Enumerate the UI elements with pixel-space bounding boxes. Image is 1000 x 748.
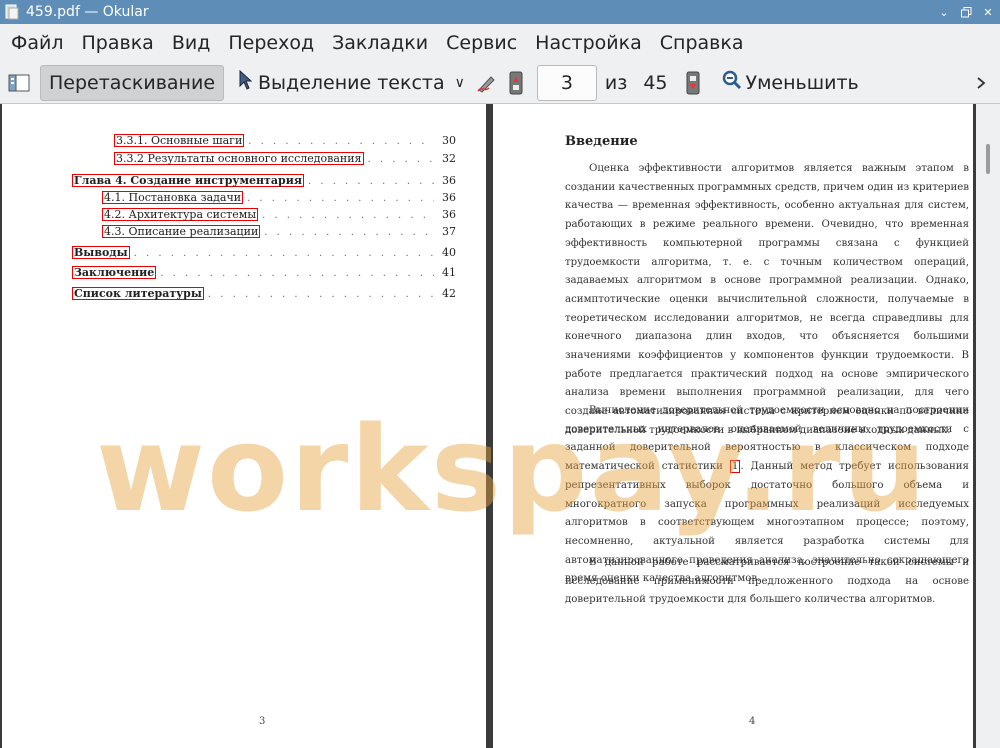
drag-mode-label: Перетаскивание (49, 71, 216, 94)
menu-edit[interactable]: Правка (73, 32, 163, 54)
cursor-icon (238, 69, 253, 95)
paragraph: Оценка эффективности алгоритмов является… (565, 163, 969, 436)
okular-app-icon (5, 4, 19, 20)
toc-entry[interactable]: 4.2. Архитектура системы . . . . . . . .… (102, 208, 456, 221)
page-number-input[interactable]: 3 (536, 64, 597, 101)
citation-link[interactable]: 1 (729, 460, 741, 474)
scrollbar-thumb[interactable] (986, 144, 990, 174)
vertical-scrollbar[interactable] (976, 104, 1000, 748)
chevron-down-icon[interactable]: ∨ (455, 75, 465, 91)
previous-page-icon[interactable] (503, 70, 529, 96)
menu-settings[interactable]: Настройка (526, 32, 651, 54)
page-number: 3 (259, 716, 266, 727)
annotation-pen-icon[interactable] (473, 70, 499, 96)
sidebar-toggle-icon[interactable] (6, 70, 32, 96)
menu-go[interactable]: Переход (219, 32, 323, 54)
toc-entry[interactable]: 4.1. Постановка задачи . . . . . . . . .… (102, 191, 456, 204)
menu-view[interactable]: Вид (163, 32, 220, 54)
menu-help[interactable]: Справка (651, 32, 753, 54)
next-page-icon[interactable] (680, 70, 706, 96)
toolbar-overflow-chevron-icon[interactable] (968, 70, 994, 96)
document-view[interactable]: 3.3.1. Основные шаги . . . . . . . . . .… (0, 104, 1000, 748)
of-label: из (604, 71, 628, 94)
toc-entry[interactable]: 3.3.1. Основные шаги . . . . . . . . . .… (114, 134, 456, 147)
menu-file[interactable]: Файл (2, 32, 73, 54)
maximize-icon[interactable] (960, 6, 972, 18)
toc-entry[interactable]: 3.3.2 Результаты основного исследования … (114, 152, 456, 165)
menu-bar: Файл Правка Вид Переход Закладки Сервис … (0, 24, 1000, 62)
title-bar: 459.pdf — Okular ⌄ ✕ (0, 0, 1000, 24)
menu-bookmarks[interactable]: Закладки (323, 32, 437, 54)
menu-tools[interactable]: Сервис (437, 32, 526, 54)
toc-entry[interactable]: Выводы . . . . . . . . . . . . . . . . .… (72, 246, 456, 259)
paragraph: В данной работе рассматривается построен… (565, 557, 969, 606)
close-icon[interactable]: ✕ (982, 6, 994, 18)
toc-entry[interactable]: Заключение . . . . . . . . . . . . . . .… (72, 266, 456, 279)
section-title: Введение (565, 134, 638, 149)
toc-entry[interactable]: Список литературы . . . . . . . . . . . … (72, 287, 456, 300)
pdf-page-4: Введение Оценка эффективности алгоритмов… (493, 104, 973, 748)
minimize-icon[interactable]: ⌄ (938, 6, 950, 18)
text-select-label: Выделение текста (258, 71, 445, 94)
toc-entry[interactable]: Глава 4. Создание инструментария . . . .… (72, 174, 456, 187)
page-number: 4 (749, 716, 756, 727)
zoom-out-button[interactable]: Уменьшить (714, 65, 867, 101)
total-pages: 45 (643, 71, 668, 94)
pdf-page-3: 3.3.1. Основные шаги . . . . . . . . . .… (2, 104, 486, 748)
zoom-out-label: Уменьшить (745, 71, 859, 94)
main-toolbar: Перетаскивание Выделение текста ∨ 3 из 4… (0, 62, 1000, 104)
window-title: 459.pdf — Okular (26, 4, 149, 20)
zoom-out-icon (722, 70, 742, 95)
text-select-button[interactable]: Выделение текста ∨ (230, 65, 473, 101)
drag-mode-button[interactable]: Перетаскивание (40, 64, 225, 101)
toc-entry[interactable]: 4.3. Описание реализации . . . . . . . .… (102, 225, 456, 238)
